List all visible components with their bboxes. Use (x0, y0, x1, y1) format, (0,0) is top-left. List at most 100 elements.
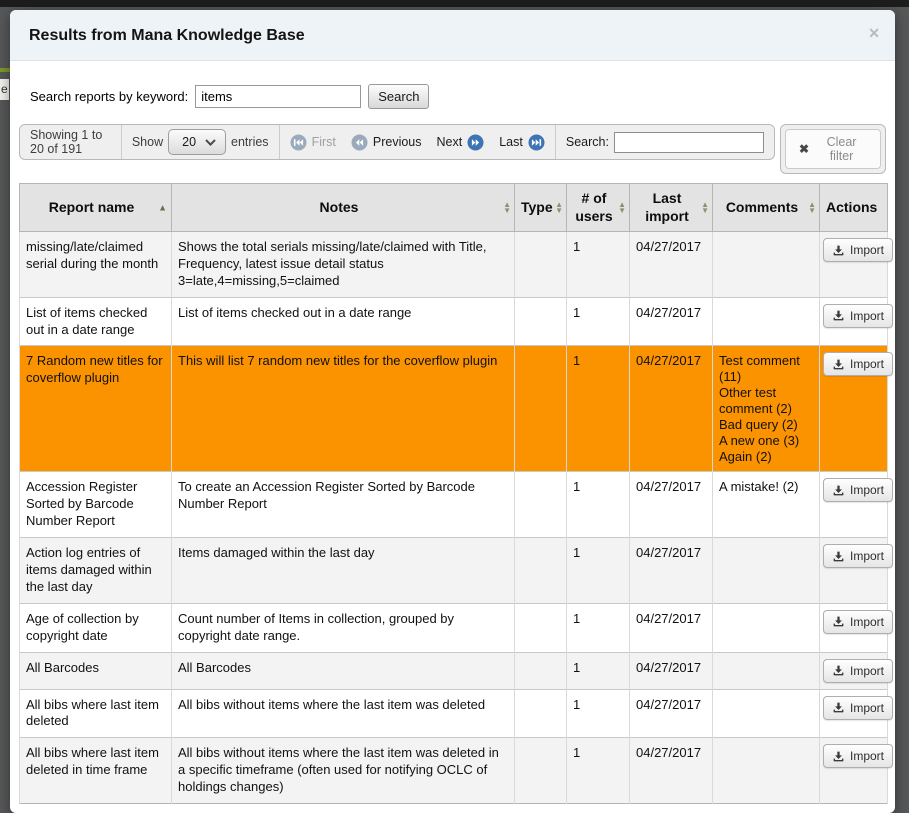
report-notes-cell: Count number of Items in collection, gro… (172, 603, 515, 652)
import-button[interactable]: Import (823, 544, 893, 568)
report-table-body: missing/late/claimed serial during the m… (20, 232, 888, 804)
keyword-search-input[interactable] (195, 85, 361, 108)
column-header-type[interactable]: Type ▲▼ (515, 184, 567, 232)
report-users-cell: 1 (567, 603, 630, 652)
show-label: Show (132, 135, 163, 149)
report-name-cell: Age of collection by copyright date (20, 603, 172, 652)
table-row[interactable]: All BarcodesAll Barcodes 104/27/2017 Impor… (20, 652, 888, 689)
report-actions-cell: Import (820, 346, 888, 472)
import-button[interactable]: Import (823, 352, 893, 376)
report-type-cell (515, 603, 567, 652)
show-entries-select[interactable]: 20 (168, 129, 226, 155)
table-row[interactable]: 7 Random new titles for coverflow plugin… (20, 346, 888, 472)
download-icon (832, 615, 845, 628)
report-actions-cell: Import (820, 472, 888, 538)
comment: A mistake! (2) (719, 479, 813, 495)
report-comments-cell: A mistake! (2) (713, 472, 820, 538)
first-page-icon[interactable] (290, 134, 307, 151)
import-button[interactable]: Import (823, 659, 893, 683)
import-button-label: Import (850, 357, 884, 371)
table-filter-segment: Search: (555, 125, 774, 159)
import-button[interactable]: Import (823, 478, 893, 502)
report-users-cell: 1 (567, 472, 630, 538)
report-users-cell: 1 (567, 652, 630, 689)
column-header-num-users[interactable]: # of users ▲▼ (567, 184, 630, 232)
table-row[interactable]: Age of collection by copyright dateCount… (20, 603, 888, 652)
import-button[interactable]: Import (823, 238, 893, 262)
import-button-label: Import (850, 701, 884, 715)
report-name-cell: All bibs where last item deleted in time… (20, 738, 172, 804)
table-filter-label: Search: (566, 135, 609, 149)
report-comments-cell (713, 689, 820, 738)
pagination-bar: Showing 1 to 20 of 191 Show 20 entries F… (19, 124, 775, 160)
report-name-cell: Accession Register Sorted by Barcode Num… (20, 472, 172, 538)
previous-page-button[interactable]: Previous (373, 135, 422, 149)
report-last-import-cell: 04/27/2017 (630, 603, 713, 652)
import-button-label: Import (850, 664, 884, 678)
import-button-label: Import (850, 309, 884, 323)
report-comments-cell (713, 232, 820, 298)
table-row[interactable]: Accession Register Sorted by Barcode Num… (20, 472, 888, 538)
search-button[interactable]: Search (368, 84, 429, 109)
clear-filter-button[interactable]: ✖ Clear filter (785, 129, 881, 169)
show-entries-segment: Show 20 entries (121, 125, 279, 159)
report-name-cell: All Barcodes (20, 652, 172, 689)
table-filter-input[interactable] (614, 132, 764, 153)
entries-label: entries (231, 135, 269, 149)
clear-filter-box: ✖ Clear filter (780, 124, 886, 174)
report-notes-cell: All Barcodes (172, 652, 515, 689)
chevron-down-icon (205, 139, 216, 146)
import-button[interactable]: Import (823, 696, 893, 720)
import-button[interactable]: Import (823, 610, 893, 634)
background-page-fragment (0, 68, 10, 72)
report-last-import-cell: 04/27/2017 (630, 346, 713, 472)
showing-entries-info: Showing 1 to 20 of 191 (20, 125, 121, 159)
report-users-cell: 1 (567, 689, 630, 738)
import-button[interactable]: Import (823, 744, 893, 768)
download-icon (832, 358, 845, 371)
clear-filter-x-icon: ✖ (799, 142, 809, 156)
column-header-comments[interactable]: Comments ▲▼ (713, 184, 820, 232)
report-notes-cell: List of items checked out in a date rang… (172, 297, 515, 346)
table-row[interactable]: Action log entries of items damaged with… (20, 538, 888, 604)
sort-both-icon: ▲▼ (618, 202, 626, 214)
comment: Bad query (2) (719, 417, 813, 433)
report-last-import-cell: 04/27/2017 (630, 652, 713, 689)
previous-page-icon[interactable] (351, 134, 368, 151)
column-header-report-name[interactable]: Report name ▲ (20, 184, 172, 232)
sort-asc-icon: ▲ (158, 202, 167, 213)
import-button[interactable]: Import (823, 304, 893, 328)
table-row[interactable]: All bibs where last item deletedAll bibs… (20, 689, 888, 738)
table-row[interactable]: List of items checked out in a date rang… (20, 297, 888, 346)
report-actions-cell: Import (820, 603, 888, 652)
report-type-cell (515, 538, 567, 604)
clear-filter-label: Clear filter (816, 135, 867, 163)
next-page-icon[interactable] (467, 134, 484, 151)
download-icon (832, 244, 845, 257)
first-page-button[interactable]: First (312, 135, 336, 149)
report-actions-cell: Import (820, 652, 888, 689)
report-last-import-cell: 04/27/2017 (630, 472, 713, 538)
report-name-cell: Action log entries of items damaged with… (20, 538, 172, 604)
keyword-search-label: Search reports by keyword: (30, 89, 188, 104)
report-last-import-cell: 04/27/2017 (630, 738, 713, 804)
next-page-button[interactable]: Next (437, 135, 463, 149)
table-header-row: Report name ▲ Notes ▲▼ Type ▲▼ # of user… (20, 184, 888, 232)
column-header-last-import[interactable]: Last import ▲▼ (630, 184, 713, 232)
close-icon[interactable]: ✕ (868, 26, 880, 40)
column-header-notes[interactable]: Notes ▲▼ (172, 184, 515, 232)
report-users-cell: 1 (567, 346, 630, 472)
column-header-actions: Actions (820, 184, 888, 232)
last-page-icon[interactable] (528, 134, 545, 151)
table-row[interactable]: missing/late/claimed serial during the m… (20, 232, 888, 298)
report-type-cell (515, 232, 567, 298)
comment: Other test comment (2) (719, 385, 813, 417)
report-actions-cell: Import (820, 232, 888, 298)
comment: Again (2) (719, 449, 813, 465)
table-row[interactable]: All bibs where last item deleted in time… (20, 738, 888, 804)
import-button-label: Import (850, 549, 884, 563)
report-users-cell: 1 (567, 538, 630, 604)
report-comments-cell: Test comment (11)Other test comment (2)B… (713, 346, 820, 472)
report-notes-cell: Shows the total serials missing/late/cla… (172, 232, 515, 298)
last-page-button[interactable]: Last (499, 135, 523, 149)
